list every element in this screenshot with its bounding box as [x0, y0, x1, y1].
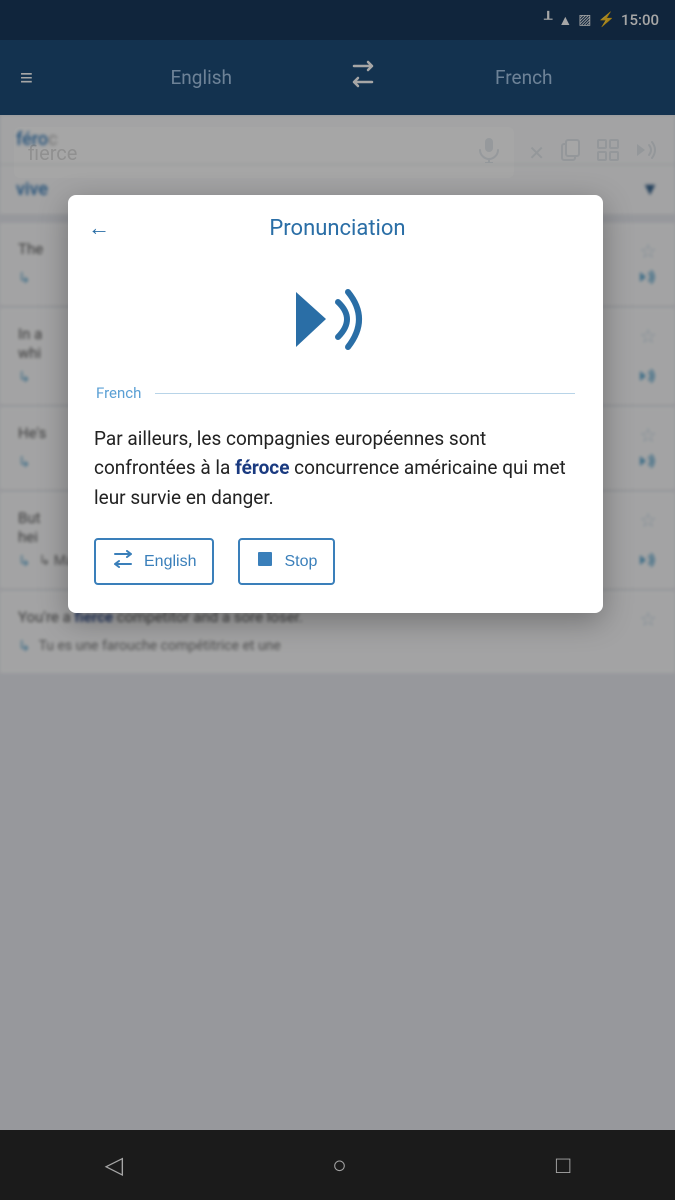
english-button[interactable]: English	[94, 538, 214, 585]
stop-button[interactable]: Stop	[238, 538, 335, 585]
english-button-label: English	[144, 553, 196, 571]
modal-text-content: Par ailleurs, les compagnies européennes…	[68, 402, 603, 532]
modal-lang-row: French	[68, 376, 603, 402]
modal-title: Pronunciation	[126, 216, 549, 241]
modal-lang-label: French	[96, 384, 141, 402]
stop-icon	[256, 550, 274, 573]
modal-back-button[interactable]: ←	[88, 215, 110, 241]
modal-sound-area[interactable]	[68, 257, 603, 376]
modal-buttons: English Stop	[68, 532, 603, 585]
stop-button-label: Stop	[284, 553, 317, 571]
pronunciation-modal: ← Pronunciation French Par ailleurs, les…	[68, 195, 603, 613]
swap-icon	[112, 550, 134, 573]
modal-header: ← Pronunciation	[68, 195, 603, 257]
